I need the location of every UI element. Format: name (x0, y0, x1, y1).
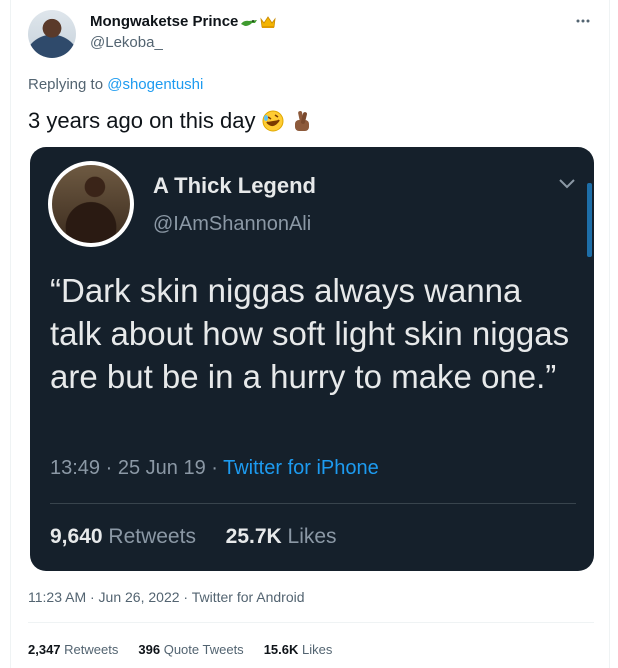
author-avatar[interactable] (28, 10, 76, 58)
replying-to-label: Replying to (28, 76, 104, 93)
crown-emoji-icon (260, 15, 276, 29)
quoted-stats: 9,640 Retweets 25.7K Likes (50, 525, 337, 549)
chevron-down-icon (558, 177, 576, 195)
scrollbar (587, 183, 592, 257)
quote-tweets-label: Quote Tweets (163, 642, 244, 657)
author-name-row[interactable]: Mongwaketse Prince (90, 13, 276, 30)
tweet-stats: 2,347 Retweets 396 Quote Tweets 15.6K Li… (28, 642, 352, 657)
retweets-count: 2,347 (28, 642, 61, 657)
quoted-tweet-screenshot[interactable]: A Thick Legend @IAmShannonAli “Dark skin… (30, 147, 594, 571)
quoted-avatar (48, 161, 134, 247)
quoted-likes-count: 25.7K (225, 525, 282, 548)
quoted-divider (50, 503, 576, 504)
likes-count: 15.6K (263, 642, 299, 657)
likes-stat[interactable]: 15.6K Likes (264, 642, 333, 657)
more-icon[interactable] (576, 10, 590, 27)
tweet-timestamp[interactable]: 11:23 AM · Jun 26, 2022 · Twitter for An… (28, 589, 305, 605)
quote-tweets-stat[interactable]: 396 Quote Tweets (138, 642, 243, 657)
reply-mention-link[interactable]: @shogentushi (107, 76, 203, 93)
divider (28, 622, 594, 623)
quoted-retweets-label: Retweets (108, 525, 196, 548)
quoted-meta: 13:49 · 25 Jun 19 · Twitter for iPhone (50, 457, 379, 479)
quoted-name: A Thick Legend (153, 173, 316, 198)
quoted-avatar-photo (52, 165, 130, 243)
quoted-likes-label: Likes (287, 525, 337, 548)
retweets-stat[interactable]: 2,347 Retweets (28, 642, 118, 657)
quoted-time: 13:49 (50, 457, 101, 479)
quoted-text: “Dark skin niggas always wanna talk abou… (50, 272, 570, 395)
quoted-retweets-count: 9,640 (50, 525, 103, 548)
quote-tweets-count: 396 (138, 642, 161, 657)
author-name[interactable]: Mongwaketse Prince (90, 13, 238, 30)
quoted-handle: @IAmShannonAli (153, 213, 312, 235)
quoted-date: 25 Jun 19 (117, 457, 206, 479)
likes-label: Likes (302, 642, 333, 657)
tweet-text-row: 3 years ago on this day (28, 108, 313, 134)
author-handle[interactable]: @Lekoba_ (90, 34, 163, 51)
crossed-fingers-emoji-icon (295, 111, 310, 131)
rolling-laughing-emoji-icon (262, 110, 284, 132)
alligator-emoji-icon (240, 16, 258, 28)
replying-to: Replying to @shogentushi (28, 76, 203, 93)
quoted-source: Twitter for iPhone (223, 457, 379, 479)
tweet-text: 3 years ago on this day (28, 108, 256, 133)
retweets-label: Retweets (64, 642, 119, 657)
